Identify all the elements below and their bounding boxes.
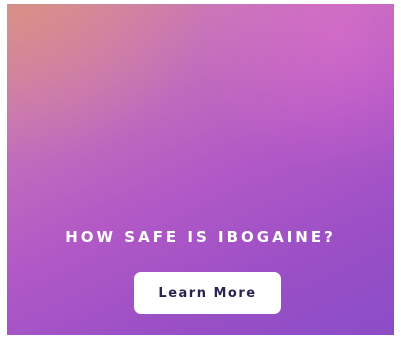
ad-headline: HOW SAFE IS IBOGAINE? <box>65 228 336 246</box>
ad-banner[interactable]: HOW SAFE IS IBOGAINE? Learn More <box>7 4 394 335</box>
learn-more-button[interactable]: Learn More <box>134 272 281 314</box>
